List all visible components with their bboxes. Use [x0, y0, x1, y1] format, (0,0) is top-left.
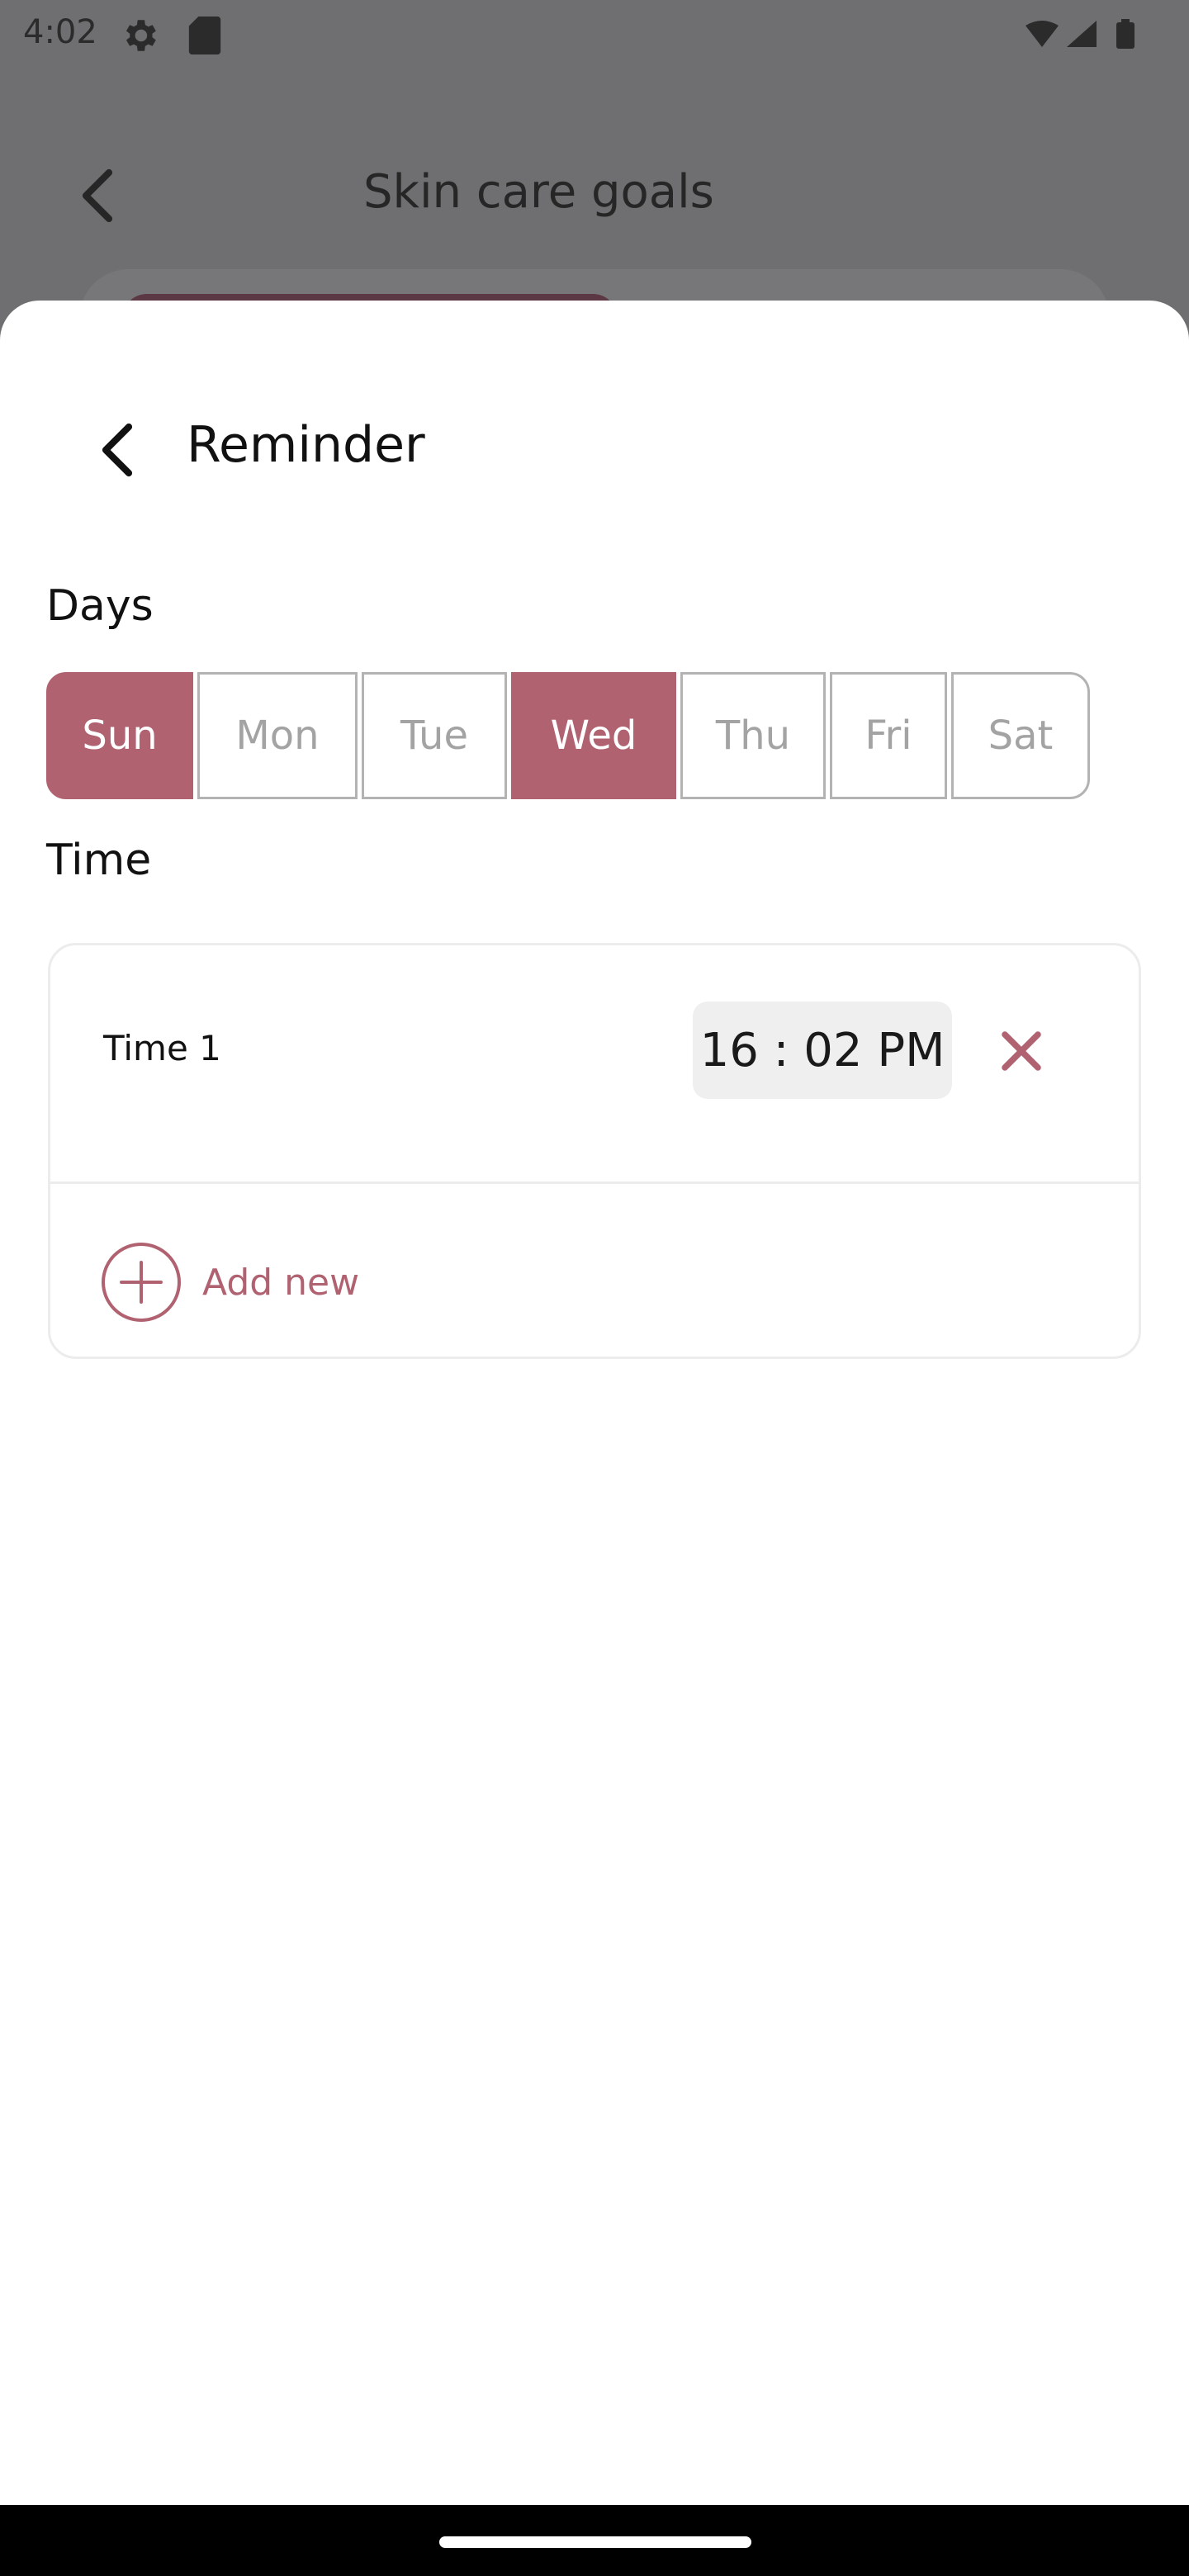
status-bar: 4:02 [0, 0, 1189, 69]
status-icons [1026, 19, 1135, 49]
system-nav-bar [0, 2505, 1189, 2576]
day-sat[interactable]: Sat [951, 672, 1090, 799]
day-thu[interactable]: Thu [680, 672, 826, 799]
add-new-button[interactable]: Add new [100, 1239, 359, 1325]
time-label: Time [46, 836, 152, 885]
add-new-label: Add new [202, 1261, 360, 1304]
settings-icon [126, 20, 156, 51]
days-selector: Sun Mon Tue Wed Thu Fri Sat [46, 672, 1090, 799]
time-picker-button[interactable]: 16 : 02 PM [693, 1002, 952, 1099]
day-tue[interactable]: Tue [362, 672, 507, 799]
days-label: Days [46, 581, 154, 631]
day-sun[interactable]: Sun [46, 672, 193, 799]
back-arrow-icon[interactable] [74, 167, 121, 225]
reminder-sheet: Reminder Days Sun Mon Tue Wed Thu Fri Sa… [0, 301, 1189, 2505]
status-time: 4:02 [23, 13, 97, 51]
divider [50, 1181, 1139, 1184]
wifi-icon [1026, 21, 1059, 47]
sheet-back-icon[interactable] [92, 421, 142, 479]
battery-icon [1116, 22, 1135, 49]
sd-card-icon [188, 17, 221, 54]
add-circle-icon [102, 1243, 181, 1322]
day-fri[interactable]: Fri [830, 672, 947, 799]
home-handle[interactable] [439, 2536, 751, 2548]
day-mon[interactable]: Mon [197, 672, 358, 799]
close-icon[interactable] [997, 1026, 1046, 1076]
sheet-title: Reminder [187, 416, 425, 474]
time-row-label: Time 1 [103, 1028, 221, 1068]
time-card: Time 1 16 : 02 PM Add new [48, 943, 1141, 1359]
day-wed[interactable]: Wed [511, 672, 676, 799]
background-page-title: Skin care goals [363, 165, 714, 219]
signal-icon [1067, 21, 1097, 47]
